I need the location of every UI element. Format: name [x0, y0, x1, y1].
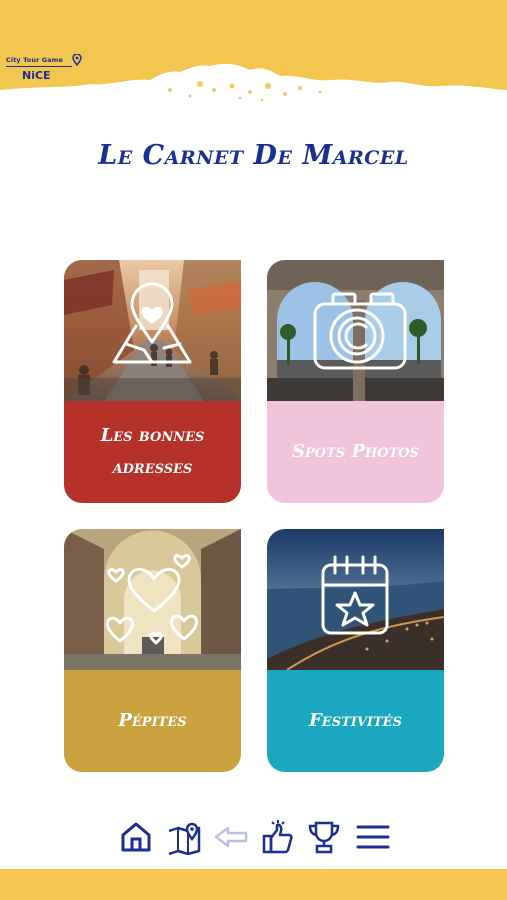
card-label-band: Les bonnes adresses	[64, 401, 241, 503]
card-label-band: Pépites	[64, 670, 241, 772]
nav-back-button[interactable]	[211, 815, 251, 859]
camera-icon	[313, 292, 407, 370]
home-icon	[121, 822, 151, 852]
location-pin-icon	[72, 54, 82, 66]
nav-home-button[interactable]	[116, 815, 156, 859]
bay-night-photo	[267, 529, 444, 670]
street-photo	[64, 260, 241, 401]
map-pin-heart-icon	[112, 282, 192, 364]
map-icon	[168, 822, 201, 855]
arcade-photo	[267, 260, 444, 401]
card-label: Festivités	[309, 710, 402, 731]
brand-city: NiCE	[22, 69, 51, 82]
nav-trophy-button[interactable]	[304, 815, 344, 859]
menu-icon	[356, 825, 390, 849]
nav-menu-button[interactable]	[353, 815, 393, 859]
nav-map-button[interactable]	[164, 815, 204, 859]
thumbs-up-icon	[262, 820, 293, 854]
card-pepites[interactable]: Pépites	[64, 529, 241, 772]
vaulted-passage-photo	[64, 529, 241, 670]
brand-tagline: City Tour Game	[6, 56, 64, 64]
brand-logo[interactable]: City Tour Game NiCE	[6, 54, 84, 88]
card-label: Pépites	[118, 710, 187, 731]
card-label-band: Festivités	[267, 670, 444, 772]
hearts-icon	[106, 554, 198, 645]
calendar-star-icon	[321, 555, 389, 635]
page-title: Le Carnet De Marcel	[98, 140, 409, 171]
bottom-nav	[0, 815, 507, 861]
card-label: Les bonnes adresses	[100, 425, 205, 478]
card-label-band: Spots Photos	[267, 401, 444, 503]
logo-divider	[6, 66, 72, 67]
card-bonnes-adresses[interactable]: Les bonnes adresses	[64, 260, 241, 503]
footer-band	[0, 869, 507, 900]
card-label: Spots Photos	[292, 441, 419, 462]
back-arrow-icon	[214, 826, 248, 848]
app-screen: City Tour Game NiCE Le Carnet De Marcel	[0, 0, 507, 900]
card-festivites[interactable]: Festivités	[267, 529, 444, 772]
card-spots-photos[interactable]: Spots Photos	[267, 260, 444, 503]
nav-likes-button[interactable]	[258, 815, 298, 859]
trophy-icon	[308, 821, 340, 854]
